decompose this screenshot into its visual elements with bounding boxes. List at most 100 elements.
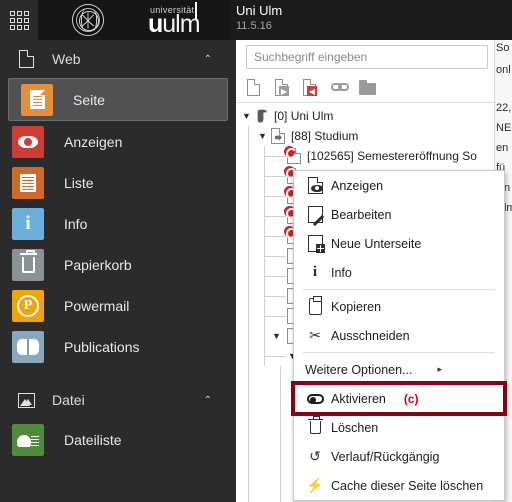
tree-caret[interactable]: ▼: [242, 111, 251, 121]
site-info: Uni Ulm 11.5.16: [236, 3, 282, 33]
tree-row-label: [88] Studium: [291, 129, 359, 143]
content-line: So: [496, 42, 510, 54]
typo3-root-icon: [254, 108, 270, 124]
tree-search: [246, 45, 488, 69]
scissors-icon: ✂: [309, 327, 321, 343]
sidebar-item-info[interactable]: i Info: [0, 203, 236, 244]
folder-icon[interactable]: [359, 79, 376, 97]
page-icon: [21, 83, 53, 116]
sidebar-item-label-liste: Liste: [64, 174, 94, 191]
history-undo-icon: ↺: [309, 448, 321, 464]
eye-icon: [12, 125, 44, 158]
sidebar-item-label-publications: Publications: [64, 338, 140, 355]
sidebar-item-dateiliste[interactable]: Dateiliste: [0, 419, 236, 460]
context-menu-highlight-box: Aktivieren (c): [291, 381, 507, 416]
link-icon[interactable]: [331, 79, 349, 97]
sidebar-item-label-info: Info: [64, 215, 88, 232]
module-menu-toggle[interactable]: [0, 0, 38, 40]
grid-3x3-icon: [9, 10, 29, 30]
tree-caret[interactable]: ▼: [258, 131, 267, 141]
sidebar-item-label-powermail: Powermail: [64, 297, 130, 314]
typo3-backend-window: universität uulm Uni Ulm 11.5.16 Web ⌃ S…: [0, 0, 512, 502]
context-menu-item-cache-loeschen[interactable]: ⚡ Cache dieser Seite löschen: [294, 471, 504, 500]
sidebar-section-web-label: Web: [52, 51, 81, 67]
context-menu-label: Kopieren: [331, 299, 382, 314]
sidebar-section-datei-label: Datei: [52, 392, 85, 408]
context-menu-item-verlauf-rueckgaengig[interactable]: ↺ Verlauf/Rückgängig: [294, 442, 504, 471]
document-icon: [0, 50, 52, 68]
context-menu-label: Cache dieser Seite löschen: [331, 478, 484, 493]
paste-into-icon[interactable]: ▶: [275, 79, 291, 97]
sidebar-item-label-anzeigen: Anzeigen: [64, 133, 123, 150]
content-line: 22,: [496, 102, 512, 114]
wordmark-u: u: [148, 10, 163, 38]
keyboard-shortcut-badge: (c): [403, 391, 419, 406]
chevron-up-icon[interactable]: ⌃: [204, 54, 212, 65]
context-menu-item-ausschneiden[interactable]: ✂ Ausschneiden: [294, 321, 504, 350]
university-seal-icon: [72, 4, 104, 36]
sidebar-item-label-dateiliste: Dateiliste: [64, 431, 122, 448]
shortcut-page-icon: [271, 128, 285, 144]
context-menu-separator: [303, 289, 495, 290]
context-menu-item-bearbeiten[interactable]: Bearbeiten: [294, 200, 504, 229]
context-menu-item-weitere-optionen[interactable]: Weitere Optionen... ▸: [294, 355, 504, 384]
page-hidden-icon: [284, 146, 301, 164]
chevron-up-icon[interactable]: ⌃: [204, 395, 212, 406]
paste-after-icon[interactable]: ◀: [303, 79, 319, 97]
sidebar-item-liste[interactable]: Liste: [0, 162, 236, 203]
context-menu-label: Anzeigen: [331, 178, 384, 193]
trash-icon: [305, 416, 325, 434]
list-icon: [12, 166, 44, 199]
trash-icon: [12, 248, 44, 281]
tree-row-label: [102565] Semestereröffnung So: [307, 149, 477, 163]
edit-pencil-icon: [305, 206, 325, 227]
context-menu-item-loeschen[interactable]: Löschen: [294, 413, 504, 442]
context-menu-label: Löschen: [331, 420, 379, 435]
sidebar-section-datei[interactable]: Datei ⌃: [0, 381, 236, 419]
context-menu-label: Neue Unterseite: [331, 236, 422, 251]
module-sidebar: Web ⌃ Seite Anzeigen Liste i Info Papier…: [0, 40, 236, 502]
table-row[interactable]: [102565] Semestereröffnung So: [236, 146, 495, 166]
copy-clipboard-icon: [305, 296, 325, 315]
chevron-right-icon: ▸: [437, 364, 442, 374]
context-menu-item-info[interactable]: i Info: [294, 258, 504, 287]
book-icon: [12, 330, 44, 363]
sidebar-item-label-seite: Seite: [73, 91, 105, 108]
tree-row-label: [0] Uni Ulm: [274, 109, 334, 123]
context-menu-label: Aktivieren: [331, 391, 386, 406]
powermail-icon: P: [12, 289, 44, 322]
new-page-icon[interactable]: [247, 79, 263, 97]
context-menu: Anzeigen Bearbeiten Neue Unterseite i In…: [291, 170, 507, 501]
wordmark-uulm: uulm: [148, 10, 201, 38]
info-icon: i: [312, 264, 318, 280]
wordmark-ulm: ulm: [162, 10, 200, 38]
sidebar-section-web[interactable]: Web ⌃: [0, 40, 236, 78]
table-row[interactable]: ▼ [0] Uni Ulm: [236, 106, 495, 126]
tree-caret[interactable]: ▼: [272, 331, 281, 341]
content-line: onl: [496, 64, 511, 76]
filelist-cloud-icon: [12, 423, 44, 456]
search-input[interactable]: [246, 45, 488, 69]
sidebar-item-publications[interactable]: Publications: [0, 326, 236, 367]
table-row[interactable]: ▼ [88] Studium: [236, 126, 495, 146]
context-menu-item-anzeigen[interactable]: Anzeigen: [294, 171, 504, 200]
context-menu-item-neue-unterseite[interactable]: Neue Unterseite: [294, 229, 504, 258]
sidebar-item-powermail[interactable]: P Powermail: [0, 285, 236, 326]
image-icon: [0, 392, 52, 408]
context-menu-item-kopieren[interactable]: Kopieren: [294, 292, 504, 321]
top-bar: universität uulm Uni Ulm 11.5.16: [0, 0, 512, 40]
toolbar-divider: [236, 102, 495, 103]
context-menu-separator: [303, 352, 495, 353]
context-menu-label: Bearbeiten: [331, 207, 392, 222]
site-logo[interactable]: universität uulm: [38, 0, 230, 40]
context-menu-label: Weitere Optionen...: [305, 362, 413, 377]
sidebar-item-seite[interactable]: Seite: [8, 78, 228, 121]
sidebar-item-papierkorb[interactable]: Papierkorb: [0, 244, 236, 285]
site-version: 11.5.16: [236, 20, 272, 32]
sidebar-item-anzeigen[interactable]: Anzeigen: [0, 121, 236, 162]
content-line: en: [496, 142, 509, 154]
context-menu-label: Ausschneiden: [331, 328, 410, 343]
context-menu-item-aktivieren[interactable]: Aktivieren (c): [294, 384, 504, 413]
context-menu-label: Verlauf/Rückgängig: [331, 449, 440, 464]
new-subpage-icon: [305, 235, 325, 253]
